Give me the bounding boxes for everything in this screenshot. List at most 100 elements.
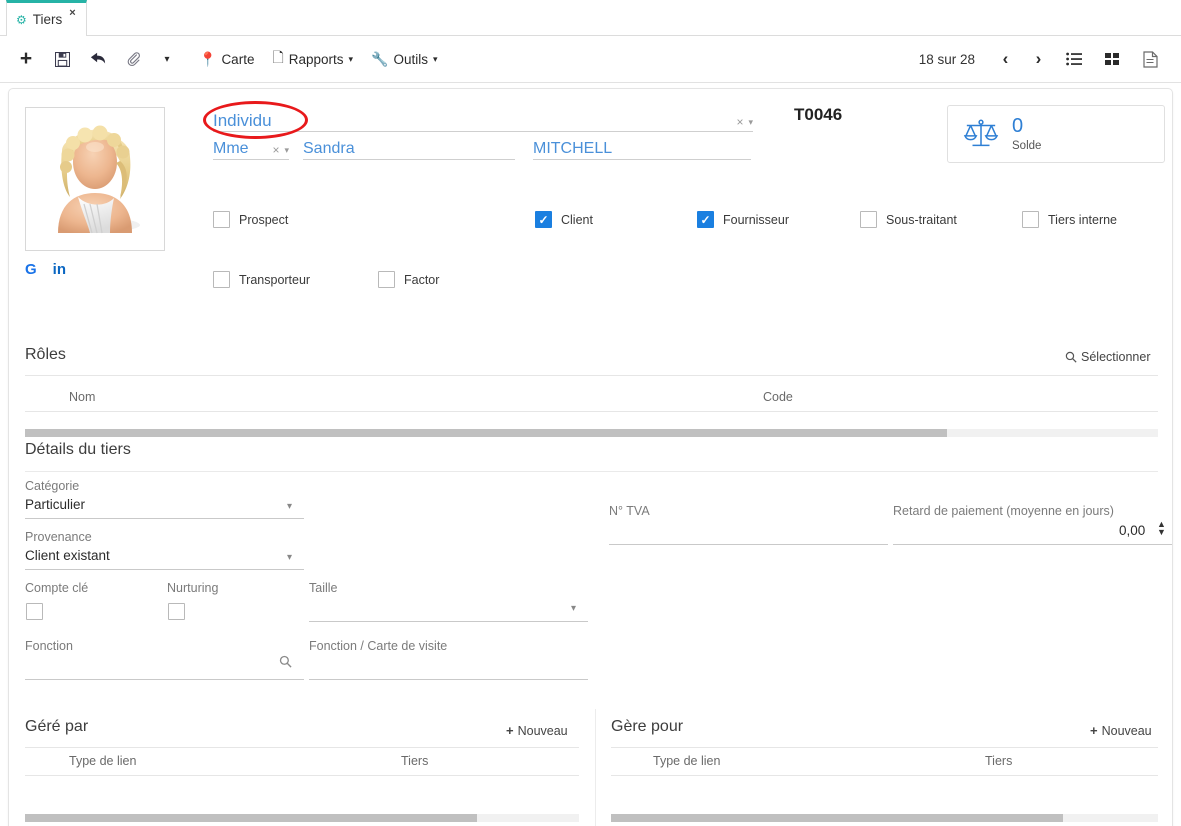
chevron-down-icon[interactable]: ▾ (571, 603, 576, 614)
retard-value[interactable]: 0,00 (1119, 523, 1145, 538)
type-field[interactable]: Individu × ▾ (213, 107, 753, 132)
attachments-dropdown[interactable]: ▾ (152, 36, 182, 83)
gere-par-new-button[interactable]: + Nouveau (506, 723, 568, 738)
first-name-field[interactable]: Sandra (303, 135, 515, 160)
name-row: Mme × ▾ Sandra MITCHELL (213, 135, 773, 160)
checkbox-box (535, 211, 552, 228)
categorie-underline (25, 518, 304, 519)
scrollbar-thumb[interactable] (611, 814, 1063, 822)
categorie-value[interactable]: Particulier (25, 497, 85, 512)
balance-texts: 0 Solde (1012, 116, 1041, 152)
gere-par-col-type: Type de lien (69, 754, 137, 768)
gere-pour-col-tiers: Tiers (985, 754, 1013, 768)
civility-value: Mme (213, 140, 249, 157)
checkbox-nurturing[interactable] (168, 603, 185, 620)
checkbox-prospect[interactable]: Prospect (213, 211, 535, 228)
toolbar: + ▾ 📍 Carte 🗋 Rapports ▾ 🔧 Outils ▾ 18 s… (0, 36, 1181, 83)
avatar[interactable] (25, 107, 165, 251)
document-view-icon[interactable] (1131, 36, 1169, 83)
close-icon[interactable]: × (69, 7, 75, 19)
checkbox-compte-cle[interactable] (26, 603, 43, 620)
search-icon (1065, 351, 1077, 363)
last-name-field[interactable]: MITCHELL (533, 135, 751, 160)
tva-label: N° TVA (609, 504, 650, 518)
plus-icon: + (506, 723, 514, 738)
scrollbar-thumb[interactable] (25, 814, 477, 822)
checkbox-label: Transporteur (239, 272, 311, 287)
taille-underline (309, 621, 588, 622)
gere-par-new-label: Nouveau (517, 723, 568, 738)
roles-col-nom: Nom (69, 390, 96, 404)
checkbox-transporteur[interactable]: Transporteur (213, 271, 378, 288)
carte-label: Carte (221, 51, 255, 67)
linkedin-icon[interactable]: in (53, 261, 66, 278)
retard-label: Retard de paiement (moyenne en jours) (893, 504, 1114, 518)
balance-widget[interactable]: 0 Solde (947, 105, 1165, 163)
checkbox-label: Factor (404, 272, 440, 287)
gere-pour-divider-bottom (611, 775, 1158, 776)
next-record-button[interactable]: › (1022, 36, 1055, 83)
gere-pour-col-type: Type de lien (653, 754, 721, 768)
gere-pour-title: Gère pour (611, 718, 684, 735)
toolbar-right: 18 sur 28 ‹ › (919, 36, 1181, 83)
checkbox-sous-traitant[interactable]: Sous-traitant (860, 211, 1022, 228)
type-value: Individu (213, 111, 272, 130)
fonction-search-icon[interactable] (279, 655, 292, 671)
categorie-label: Catégorie (25, 479, 80, 493)
compte-cle-label: Compte clé (25, 581, 89, 595)
undo-button[interactable] (80, 36, 116, 83)
chevron-down-icon: ▾ (432, 53, 438, 64)
gere-par-hscrollbar[interactable] (25, 814, 579, 822)
civility-field-controls[interactable]: × ▾ (272, 143, 289, 159)
roles-divider-top (25, 375, 1158, 376)
reports-icon: 🗋 (272, 49, 284, 65)
flags-row-2: Transporteur Factor (213, 271, 713, 288)
details-divider (25, 471, 1158, 472)
plus-icon: + (1090, 723, 1098, 738)
provenance-label: Provenance (25, 530, 92, 544)
gere-pour-new-button[interactable]: + Nouveau (1090, 723, 1152, 738)
checkbox-label: Client (561, 212, 593, 227)
gere-par-title: Géré par (25, 718, 89, 735)
outils-label: Outils (393, 51, 428, 67)
fonction-carte-label: Fonction / Carte de visite (309, 639, 448, 653)
save-button[interactable] (44, 36, 80, 83)
chevron-down-icon[interactable]: ▾ (287, 552, 292, 563)
chevron-down-icon[interactable]: ▾ (287, 501, 292, 512)
chevron-down-icon[interactable]: ▾ (748, 117, 753, 128)
list-view-icon[interactable] (1055, 36, 1093, 83)
roles-hscrollbar[interactable] (25, 429, 1158, 437)
record-counter: 18 sur 28 (918, 51, 975, 67)
add-button[interactable]: + (8, 36, 44, 83)
grid-view-icon[interactable] (1093, 36, 1131, 83)
carte-button[interactable]: 📍 Carte (190, 36, 263, 83)
clear-icon[interactable]: × (736, 115, 743, 129)
gere-par-col-tiers: Tiers (401, 754, 429, 768)
rapports-button[interactable]: 🗋 Rapports ▾ (263, 36, 362, 83)
outils-button[interactable]: 🔧 Outils ▾ (362, 36, 446, 83)
checkbox-client[interactable]: Client (535, 211, 697, 228)
paperclip-icon[interactable] (116, 36, 152, 83)
clear-icon[interactable]: × (272, 143, 279, 157)
civility-field[interactable]: Mme × ▾ (213, 135, 289, 160)
retard-underline (893, 544, 1172, 545)
checkbox-tiers-interne[interactable]: Tiers interne (1022, 211, 1117, 228)
checkbox-box (213, 271, 230, 288)
checkbox-label: Fournisseur (723, 212, 789, 227)
provenance-value[interactable]: Client existant (25, 548, 110, 563)
google-icon[interactable]: G (25, 261, 37, 278)
checkbox-factor[interactable]: Factor (378, 271, 439, 288)
tab-tiers[interactable]: ⚙ Tiers × (6, 0, 87, 36)
roles-select-link[interactable]: Sélectionner (1065, 350, 1151, 364)
checkbox-fournisseur[interactable]: Fournisseur (697, 211, 860, 228)
chevron-down-icon[interactable]: ▾ (284, 145, 289, 156)
gere-pour-hscrollbar[interactable] (611, 814, 1158, 822)
tab-bar: ⚙ Tiers × (0, 0, 1181, 36)
scrollbar-thumb[interactable] (25, 429, 947, 437)
prev-record-button[interactable]: ‹ (989, 36, 1022, 83)
flags-row-1: Prospect Client Fournisseur Sous-traitan… (213, 211, 1163, 228)
type-field-controls[interactable]: × ▾ (736, 115, 753, 131)
user-avatar-female-icon (58, 125, 140, 234)
gere-par-divider-bottom (25, 775, 579, 776)
spinner-down-icon[interactable]: ▼ (1157, 528, 1166, 537)
